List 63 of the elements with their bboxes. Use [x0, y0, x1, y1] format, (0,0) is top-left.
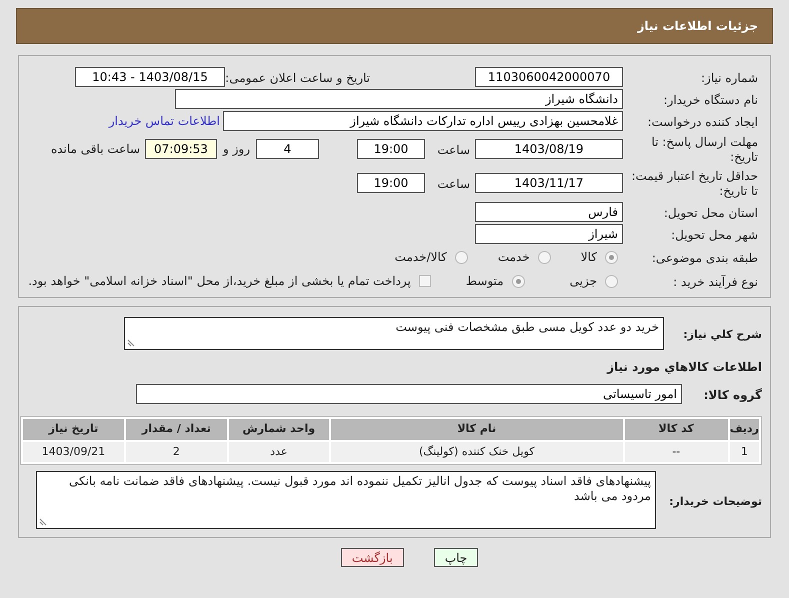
section-title: اطلاعات کالاهاي مورد نياز	[607, 360, 762, 374]
text-field[interactable]: فارس	[475, 202, 623, 222]
field-label: نام دستگاه خریدار:	[664, 93, 758, 107]
text-field[interactable]: 4	[256, 139, 319, 159]
resize-handle-icon[interactable]	[39, 518, 47, 526]
text-area[interactable]: خرید دو عدد کویل مسی طبق مشخصات فنی پیوست	[124, 317, 664, 350]
text-field[interactable]: 07:09:53	[145, 139, 217, 159]
table-cell: --	[624, 442, 728, 462]
field-label: شماره نیاز:	[701, 71, 758, 85]
field-label: روز و	[223, 141, 250, 158]
text-field[interactable]: امور تاسیساتی	[136, 384, 682, 404]
text-field[interactable]: 1103060042000070	[475, 67, 623, 87]
column-header: واحد شمارش	[228, 419, 329, 440]
text-field[interactable]: 19:00	[357, 173, 425, 193]
contact-link[interactable]: اطلاعات تماس خریدار	[108, 112, 220, 130]
field-label: حداقل تاریخ اعتبار قیمت: تا تاریخ:	[631, 169, 758, 198]
column-header: تعداد / مقدار	[126, 419, 227, 440]
field-label: ساعت باقی مانده	[50, 141, 140, 158]
field-label: ایجاد کننده درخواست:	[647, 115, 758, 129]
table-cell: عدد	[228, 442, 329, 462]
resize-handle-icon[interactable]	[127, 339, 135, 347]
text-field[interactable]: شیراز	[475, 224, 623, 244]
text-field[interactable]: دانشگاه شیراز	[175, 89, 623, 109]
field-label: مهلت ارسال پاسخ: تا تاریخ:	[651, 135, 758, 164]
text-field[interactable]: 1403/08/19	[475, 139, 623, 159]
field-label: تاریخ و ساعت اعلان عمومی:	[225, 71, 370, 85]
table-cell: کویل خنک کننده (کولینگ)	[330, 442, 623, 462]
field-label: ساعت	[437, 143, 470, 157]
column-header: نام کالا	[330, 419, 623, 440]
field-label: کالا	[580, 249, 597, 266]
text-field[interactable]: 1403/08/15 - 10:43	[75, 67, 225, 87]
field-label: پرداخت تمام یا بخشی از مبلغ خرید،از محل "اسناد خزانه اسلامی" خواهد بود.	[28, 273, 411, 290]
field-label: نوع فرآیند خرید :	[673, 275, 758, 289]
field-label: جزیی	[570, 273, 597, 290]
field-label: طبقه بندی موضوعی:	[652, 251, 758, 265]
field-label: ساعت	[437, 177, 470, 191]
text-field[interactable]: غلامحسین بهزادی رییس اداره تدارکات دانشگاه شیراز	[223, 111, 623, 131]
radio-button[interactable]	[538, 250, 551, 264]
field-label: خدمت	[498, 249, 530, 266]
radio-button[interactable]	[512, 274, 525, 288]
back-button[interactable]: بازگشت	[340, 548, 404, 567]
checkbox[interactable]	[418, 275, 431, 287]
field-label: شهر محل تحویل:	[671, 228, 758, 242]
field-label: توضیحات خریدار:	[669, 495, 762, 508]
table-cell: 2	[126, 442, 227, 462]
page-title: جزئیات اطلاعات نیاز	[637, 18, 758, 35]
table-cell: 1403/09/21	[22, 442, 124, 462]
text-field[interactable]: 19:00	[357, 139, 425, 159]
column-header: کد کالا	[624, 419, 728, 440]
field-label: شرح کلي نياز:	[683, 328, 762, 341]
field-label: گروه کالا:	[704, 388, 762, 402]
column-header: ردیف	[730, 419, 759, 440]
print-button[interactable]: چاپ	[434, 548, 478, 567]
radio-button[interactable]	[605, 250, 618, 264]
field-label: کالا/خدمت	[394, 249, 447, 266]
radio-button[interactable]	[605, 274, 618, 288]
radio-button[interactable]	[454, 250, 468, 264]
table-cell: 1	[730, 442, 759, 462]
text-field[interactable]: 1403/11/17	[475, 173, 623, 193]
column-header: تاریخ نیاز	[22, 419, 124, 440]
field-label: متوسط	[466, 273, 504, 290]
text-area[interactable]: پیشنهادهای فاقد اسناد پیوست که جدول انالیز تکمیل ننموده اند مورد قبول نیست. پیشنهادهای فاقد ضمانت نامه بانکی مردود می باشد	[36, 471, 656, 529]
field-label: استان محل تحویل:	[664, 206, 758, 220]
